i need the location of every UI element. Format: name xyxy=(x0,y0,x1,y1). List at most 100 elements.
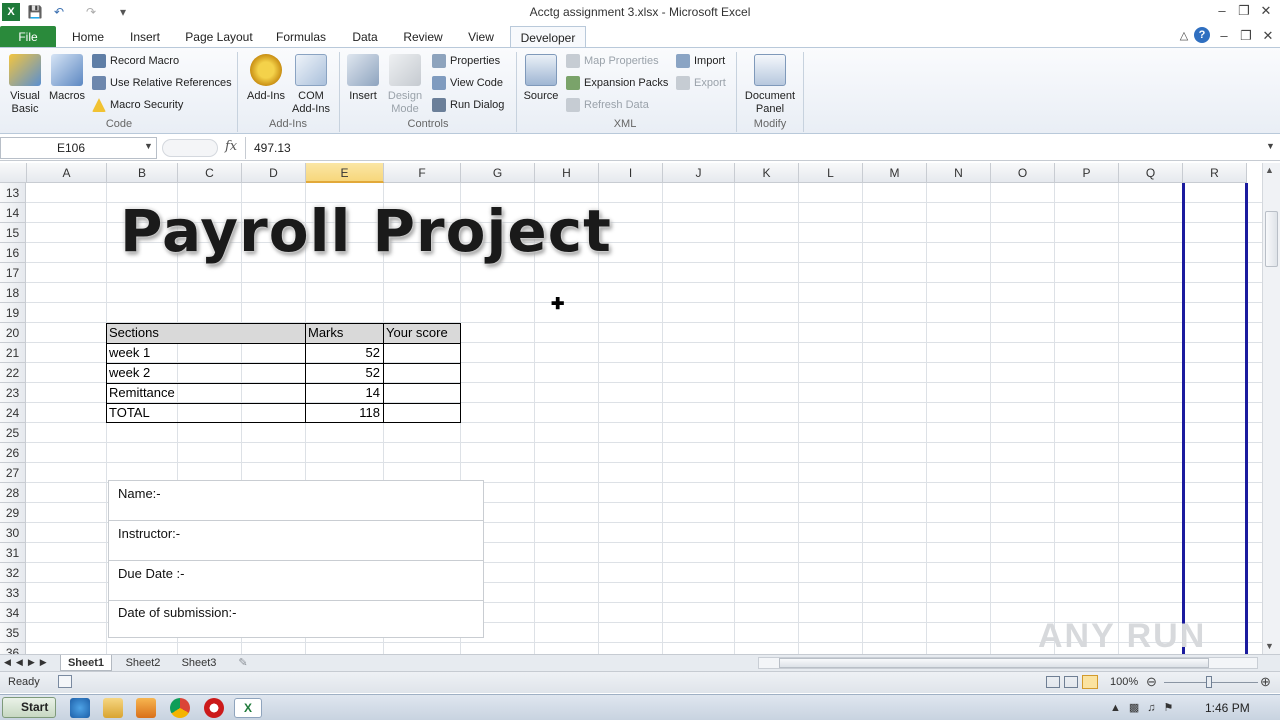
sheet-tab-sheet3[interactable]: Sheet3 xyxy=(174,655,224,671)
view-code-button[interactable]: View Code xyxy=(432,74,503,92)
row-header-20[interactable]: 20 xyxy=(0,323,26,343)
tab-home[interactable]: Home xyxy=(66,26,110,48)
restore-button[interactable]: ❐ xyxy=(1234,2,1254,20)
tab-developer[interactable]: Developer xyxy=(510,26,586,48)
row-header-15[interactable]: 15 xyxy=(0,223,26,243)
horizontal-scroll-thumb[interactable] xyxy=(779,658,1209,668)
scroll-up-icon[interactable]: ▲ xyxy=(1265,165,1274,175)
row-header-30[interactable]: 30 xyxy=(0,523,26,543)
row-header-23[interactable]: 23 xyxy=(0,383,26,403)
tab-insert[interactable]: Insert xyxy=(124,26,166,48)
import-button[interactable]: Import xyxy=(676,52,725,70)
vertical-scroll-thumb[interactable] xyxy=(1265,211,1278,267)
row-header-27[interactable]: 27 xyxy=(0,463,26,483)
page-break-view-icon[interactable] xyxy=(1082,675,1098,689)
scroll-down-icon[interactable]: ▼ xyxy=(1265,641,1274,651)
worksheet-grid[interactable]: ABCDEFGHIJKLMNOPQR 13 14 15 16 17 18 19 20 21 22 2… xyxy=(0,163,1264,654)
opera-icon[interactable] xyxy=(204,698,224,718)
column-header-l[interactable]: L xyxy=(799,163,863,183)
xml-source-button[interactable]: Source xyxy=(520,52,562,103)
row-header-21[interactable]: 21 xyxy=(0,343,26,363)
tab-file[interactable]: File xyxy=(0,26,56,48)
horizontal-scrollbar[interactable] xyxy=(758,657,1258,669)
doc-restore-button[interactable]: ❐ xyxy=(1236,27,1256,45)
row-header-31[interactable]: 31 xyxy=(0,543,26,563)
table-cell-marks[interactable]: 52 xyxy=(305,363,383,383)
file-explorer-icon[interactable] xyxy=(103,698,123,718)
table-cell-score[interactable] xyxy=(383,403,461,423)
insert-function-icon[interactable]: fx xyxy=(225,139,237,154)
row-header-28[interactable]: 28 xyxy=(0,483,26,503)
column-header-p[interactable]: P xyxy=(1055,163,1119,183)
row-header-17[interactable]: 17 xyxy=(0,263,26,283)
vertical-scrollbar[interactable]: ▲ ▼ xyxy=(1262,163,1280,654)
table-cell-section[interactable]: week 1 xyxy=(106,343,304,363)
system-tray-icons[interactable]: ▲▩♫⚑ xyxy=(1110,701,1181,714)
document-panel-button[interactable]: Document Panel xyxy=(740,52,800,116)
column-header-c[interactable]: C xyxy=(178,163,242,183)
properties-button[interactable]: Properties xyxy=(432,52,500,70)
column-header-b[interactable]: B xyxy=(107,163,178,183)
tab-review[interactable]: Review xyxy=(398,26,448,48)
column-header-f[interactable]: F xyxy=(384,163,461,183)
sheet-tab-sheet1[interactable]: Sheet1 xyxy=(60,655,112,671)
record-macro-button[interactable]: Record Macro xyxy=(92,52,179,70)
table-header-sections[interactable]: Sections xyxy=(106,323,304,343)
row-header-32[interactable]: 32 xyxy=(0,563,26,583)
tab-view[interactable]: View xyxy=(460,26,502,48)
minimize-ribbon-icon[interactable]: △ xyxy=(1174,27,1194,45)
row-header-36[interactable]: 36 xyxy=(0,643,26,654)
formula-input[interactable]: 497.13 xyxy=(245,137,1265,159)
normal-view-icon[interactable] xyxy=(1046,676,1060,688)
macro-record-icon[interactable] xyxy=(58,675,72,688)
row-header-16[interactable]: 16 xyxy=(0,243,26,263)
row-header-26[interactable]: 26 xyxy=(0,443,26,463)
tab-page-layout[interactable]: Page Layout xyxy=(180,26,258,48)
zoom-in-icon[interactable]: ⊕ xyxy=(1260,674,1271,690)
table-cell-marks[interactable]: 118 xyxy=(305,403,383,423)
payroll-project-title[interactable]: Payroll Project xyxy=(120,197,612,265)
sheet-tab-sheet2[interactable]: Sheet2 xyxy=(118,655,168,671)
table-header-marks[interactable]: Marks xyxy=(305,323,383,343)
row-header-29[interactable]: 29 xyxy=(0,503,26,523)
insert-control-button[interactable]: Insert xyxy=(344,52,382,103)
column-header-n[interactable]: N xyxy=(927,163,991,183)
close-button[interactable]: ✕ xyxy=(1256,2,1276,20)
table-header-score[interactable]: Your score xyxy=(383,323,461,343)
zoom-level[interactable]: 100% xyxy=(1110,676,1138,688)
table-cell-score[interactable] xyxy=(383,383,461,403)
zoom-out-icon[interactable]: ⊖ xyxy=(1146,674,1157,690)
start-button[interactable]: Start xyxy=(2,697,56,718)
column-header-g[interactable]: G xyxy=(461,163,535,183)
sheet-nav-arrows-icon[interactable]: ◀◀▶▶ xyxy=(4,657,52,668)
student-info-box[interactable]: Name:- Instructor:- Due Date :- Date of … xyxy=(108,480,484,638)
row-header-33[interactable]: 33 xyxy=(0,583,26,603)
internet-explorer-icon[interactable] xyxy=(70,698,90,718)
macros-button[interactable]: Macros xyxy=(46,52,88,103)
table-cell-section[interactable]: TOTAL xyxy=(106,403,304,423)
media-player-icon[interactable] xyxy=(136,698,156,718)
table-cell-marks[interactable]: 52 xyxy=(305,343,383,363)
select-all-corner[interactable] xyxy=(0,163,27,183)
column-header-a[interactable]: A xyxy=(27,163,107,183)
table-cell-score[interactable] xyxy=(383,363,461,383)
row-header-18[interactable]: 18 xyxy=(0,283,26,303)
doc-minimize-button[interactable]: – xyxy=(1214,27,1234,45)
map-properties-button[interactable]: Map Properties xyxy=(566,52,659,70)
column-header-i[interactable]: I xyxy=(599,163,663,183)
column-header-o[interactable]: O xyxy=(991,163,1055,183)
row-header-13[interactable]: 13 xyxy=(0,183,26,203)
column-header-e[interactable]: E xyxy=(306,163,384,183)
design-mode-button[interactable]: Design Mode xyxy=(384,52,426,116)
row-header-19[interactable]: 19 xyxy=(0,303,26,323)
column-header-h[interactable]: H xyxy=(535,163,599,183)
add-ins-button[interactable]: Add-Ins xyxy=(244,52,288,103)
column-header-d[interactable]: D xyxy=(242,163,306,183)
row-header-35[interactable]: 35 xyxy=(0,623,26,643)
insert-sheet-icon[interactable]: ✎ xyxy=(232,655,254,671)
page-layout-view-icon[interactable] xyxy=(1064,676,1078,688)
com-add-ins-button[interactable]: COM Add-Ins xyxy=(288,52,334,116)
row-header-22[interactable]: 22 xyxy=(0,363,26,383)
name-box-dropdown-icon[interactable]: ▼ xyxy=(144,141,153,151)
run-dialog-button[interactable]: Run Dialog xyxy=(432,96,504,114)
